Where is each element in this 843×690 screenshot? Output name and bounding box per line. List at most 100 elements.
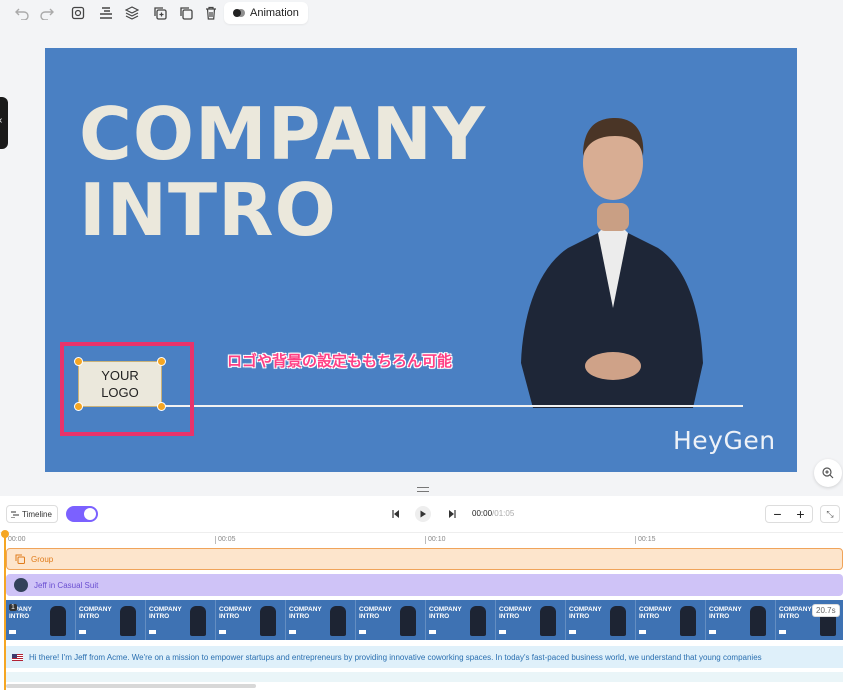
timeline-panel: Timeline 00:00/01:05 − + ⤡ 00:00 00:05 0… <box>0 496 843 690</box>
timeline-zoom-control: − + <box>765 505 813 523</box>
frame-title: COMPANY INTRO <box>709 606 742 620</box>
timeline-button[interactable]: Timeline <box>6 505 58 523</box>
ruler-tick: 00:10 <box>425 536 446 544</box>
play-button[interactable] <box>415 506 431 522</box>
panel-resize-handle[interactable] <box>417 487 429 492</box>
duplicate-icon[interactable] <box>151 4 169 22</box>
frame-logo-thumb <box>429 630 436 634</box>
editor-toolbar: Animation <box>0 0 843 28</box>
frame-logo-thumb <box>149 630 156 634</box>
frame-title: COMPANY INTRO <box>219 606 252 620</box>
filmstrip-frame: COMPANY INTRO <box>706 600 776 640</box>
timeline-label: Timeline <box>22 509 52 519</box>
filmstrip-frame: COMPANY INTRO <box>216 600 286 640</box>
ruler-tick: 00:00 <box>5 536 26 544</box>
align-icon[interactable] <box>97 4 115 22</box>
zoom-in-icon <box>822 467 834 479</box>
frame-title: COMPANY INTRO <box>149 606 182 620</box>
frame-presenter-thumb <box>750 606 766 636</box>
resize-handle-bottom-right[interactable] <box>157 402 166 411</box>
skip-forward-button[interactable] <box>444 506 460 522</box>
group-track[interactable]: Group <box>6 548 843 570</box>
side-panel-toggle[interactable]: ‹ <box>0 97 8 149</box>
zoom-in-button[interactable] <box>814 459 842 487</box>
frame-presenter-thumb <box>540 606 556 636</box>
skip-forward-icon <box>449 510 456 518</box>
layers-icon[interactable] <box>123 4 141 22</box>
frame-logo-thumb <box>779 630 786 634</box>
video-canvas[interactable]: COMPANY INTRO YOUR LOGO ロゴや背景の設定ももちろん可能 … <box>45 48 797 472</box>
current-time: 00:00 <box>472 509 493 518</box>
avatar-track[interactable]: Jeff in Casual Suit <box>6 574 843 596</box>
skip-back-button[interactable] <box>388 506 404 522</box>
frame-presenter-thumb <box>50 606 66 636</box>
animation-button[interactable]: Animation <box>224 2 308 24</box>
avatar-track-label: Jeff in Casual Suit <box>34 580 99 590</box>
frame-title: COMPANY INTRO <box>499 606 532 620</box>
avatar-presenter[interactable] <box>513 108 713 408</box>
frame-logo-thumb <box>219 630 226 634</box>
company-intro-title[interactable]: COMPANY INTRO <box>79 96 486 248</box>
undo-icon[interactable] <box>13 4 31 22</box>
animation-icon <box>233 9 245 17</box>
playhead[interactable] <box>1 530 9 690</box>
scene-index-badge: 1 <box>9 604 17 611</box>
frame-title: COMPANY INTRO <box>429 606 462 620</box>
frame-title: COMPANY INTRO <box>289 606 322 620</box>
scene-duration-badge: 20.7s <box>812 604 840 617</box>
script-track[interactable]: Hi there! I'm Jeff from Acme. We're on a… <box>6 646 843 668</box>
delete-icon[interactable] <box>202 4 220 22</box>
us-flag-icon <box>12 653 23 661</box>
resize-handle-bottom-left[interactable] <box>74 402 83 411</box>
total-time: /01:05 <box>492 509 515 518</box>
frame-title: COMPANY INTRO <box>569 606 602 620</box>
filmstrip-frame: COMPANY INTRO <box>286 600 356 640</box>
group-label: Group <box>31 554 54 564</box>
group-icon <box>15 554 25 564</box>
frame-presenter-thumb <box>400 606 416 636</box>
frame-logo-thumb <box>9 630 16 634</box>
copy-icon[interactable] <box>177 4 195 22</box>
extra-track <box>6 672 843 682</box>
scene-filmstrip[interactable]: MPANY INTRO COMPANY INTRO COMPANY INTRO COMPAN… <box>6 600 843 640</box>
frame-presenter-thumb <box>680 606 696 636</box>
frame-presenter-thumb <box>470 606 486 636</box>
frame-logo-thumb <box>359 630 366 634</box>
resize-handle-top-left[interactable] <box>74 357 83 366</box>
zoom-out-button[interactable]: − <box>773 506 781 522</box>
ruler-tick: 00:05 <box>215 536 236 544</box>
frame-logo-thumb <box>639 630 646 634</box>
resize-handle-top-right[interactable] <box>157 357 166 366</box>
filmstrip-frame: COMPANY INTRO <box>76 600 146 640</box>
filmstrip-frame: COMPANY INTRO <box>496 600 566 640</box>
ruler-tick: 00:15 <box>635 536 656 544</box>
redo-icon[interactable] <box>38 4 56 22</box>
frame-title: COMPANY INTRO <box>359 606 392 620</box>
script-text: Hi there! I'm Jeff from Acme. We're on a… <box>29 652 762 662</box>
logo-line-2: LOGO <box>101 385 139 400</box>
frame-logo-thumb <box>499 630 506 634</box>
animation-label: Animation <box>250 7 299 19</box>
frame-presenter-thumb <box>610 606 626 636</box>
avatar <box>14 578 28 592</box>
filmstrip-frame: COMPANY INTRO <box>636 600 706 640</box>
timeline-scrollbar[interactable] <box>6 684 256 688</box>
divider-line <box>161 405 743 407</box>
filmstrip-frame: COMPANY INTRO <box>426 600 496 640</box>
frame-logo-thumb <box>79 630 86 634</box>
frame-logo-thumb <box>289 630 296 634</box>
collapse-icon[interactable]: ⤡ <box>820 505 840 523</box>
logo-placeholder[interactable]: YOUR LOGO <box>78 361 162 407</box>
frame-logo-thumb <box>709 630 716 634</box>
replace-media-icon[interactable] <box>69 4 87 22</box>
zoom-in-timeline-button[interactable]: + <box>796 506 804 522</box>
time-ruler[interactable]: 00:00 00:05 00:10 00:15 <box>0 532 843 546</box>
frame-presenter-thumb <box>120 606 136 636</box>
frame-title: COMPANY INTRO <box>779 606 812 620</box>
annotation-callout: ロゴや背景の設定ももちろん可能 <box>227 353 453 370</box>
frame-presenter-thumb <box>190 606 206 636</box>
filmstrip-frame: COMPANY INTRO <box>356 600 426 640</box>
timeline-toggle[interactable] <box>66 506 98 522</box>
timecode: 00:00/01:05 <box>472 509 514 518</box>
title-line-1: COMPANY <box>79 92 486 176</box>
